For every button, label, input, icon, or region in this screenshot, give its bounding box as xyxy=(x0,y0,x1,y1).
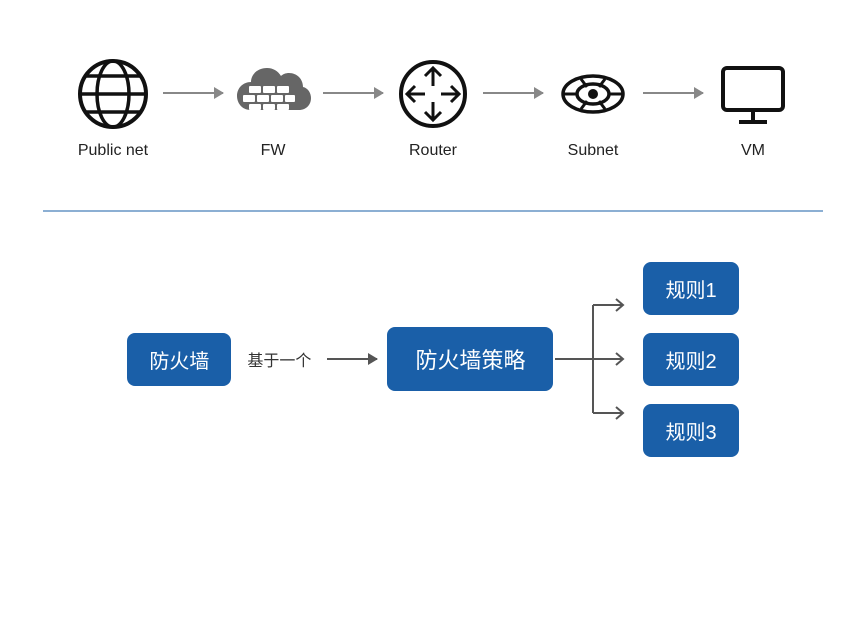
node-subnet: Subnet xyxy=(543,54,643,160)
router-icon xyxy=(393,54,473,134)
section-divider xyxy=(43,210,823,212)
vm-label: VM xyxy=(741,142,765,160)
rule-3-box: 规则3 xyxy=(643,404,738,457)
public-net-icon xyxy=(73,54,153,134)
policy-row: 防火墙 基于一个 防火墙策略 规则1 规则2 xyxy=(43,262,823,457)
fw-label: FW xyxy=(261,142,286,160)
node-public-net: Public net xyxy=(63,54,163,160)
vm-icon xyxy=(713,54,793,134)
arrow-3 xyxy=(483,92,543,122)
router-label: Router xyxy=(409,142,457,160)
branch-lines xyxy=(553,279,633,439)
node-router: Router xyxy=(383,54,483,160)
subnet-label: Subnet xyxy=(568,142,619,160)
arrow-4 xyxy=(643,92,703,122)
node-fw: FW xyxy=(223,54,323,160)
firewall-box: 防火墙 xyxy=(127,333,231,386)
fw-icon xyxy=(233,54,313,134)
public-net-label: Public net xyxy=(78,142,148,160)
arrow-2 xyxy=(323,92,383,122)
arrow-1 xyxy=(163,92,223,122)
between-text: 基于一个 xyxy=(247,347,311,371)
rule-1-box: 规则1 xyxy=(643,262,738,315)
topology-row: Public net xyxy=(43,34,823,160)
subnet-icon xyxy=(553,54,633,134)
main-diagram: Public net xyxy=(13,14,853,624)
node-vm: VM xyxy=(703,54,803,160)
rules-column: 规则1 规则2 规则3 xyxy=(643,262,738,457)
policy-box: 防火墙策略 xyxy=(387,327,553,391)
rule-2-box: 规则2 xyxy=(643,333,738,386)
